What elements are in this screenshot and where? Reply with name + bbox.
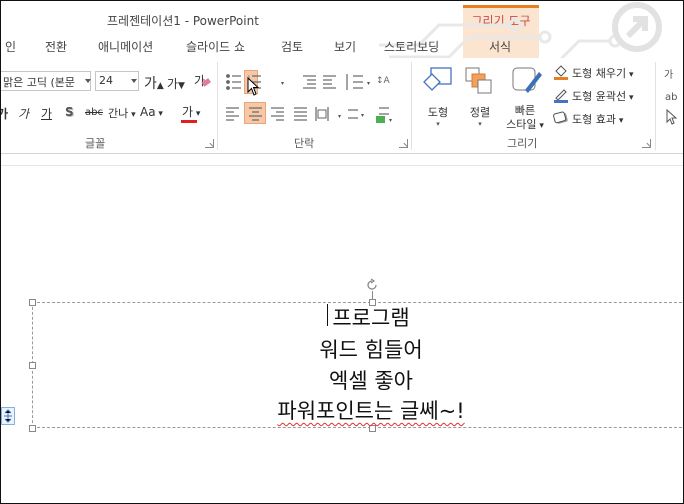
slide-edge bbox=[1, 165, 683, 166]
columns-button[interactable] bbox=[313, 104, 333, 124]
slide-text-line-1[interactable]: 프로그램 bbox=[31, 302, 683, 332]
align-text-button[interactable] bbox=[341, 104, 365, 124]
bullets-button[interactable] bbox=[226, 72, 246, 92]
paint-bucket-icon bbox=[554, 65, 568, 80]
tab-animations[interactable]: 애니메이션 bbox=[98, 38, 153, 55]
align-center-button[interactable] bbox=[244, 104, 266, 124]
font-dialog-launcher-icon[interactable] bbox=[205, 139, 214, 148]
shapes-icon bbox=[423, 67, 452, 91]
shape-effects-button[interactable]: 도형 효과 ▾ bbox=[553, 110, 653, 128]
strikethrough-button[interactable]: abc bbox=[85, 107, 103, 118]
shapes-label: 도형 bbox=[427, 106, 449, 119]
bold-button[interactable]: 가 bbox=[1, 105, 8, 122]
rotate-handle-icon[interactable] bbox=[365, 278, 379, 292]
quick-styles-icon bbox=[512, 67, 542, 93]
increase-indent-button[interactable] bbox=[321, 72, 339, 92]
svg-text:가: 가 bbox=[194, 74, 205, 88]
font-name-dropdown-icon[interactable] bbox=[85, 79, 91, 83]
select-button[interactable] bbox=[663, 108, 683, 128]
arrange-button[interactable]: 정렬 ▾ bbox=[460, 64, 500, 134]
shape-outline-button[interactable]: 도형 윤곽선 ▾ bbox=[553, 87, 653, 105]
font-size-value: 24 bbox=[99, 74, 113, 87]
shrink-font-button[interactable]: 가▼ bbox=[167, 75, 185, 92]
shape-fill-button[interactable]: 도형 채우기 ▾ bbox=[553, 64, 653, 82]
spellcheck-underlined-text[interactable]: 파워포인트는 글쎄~! bbox=[277, 399, 464, 423]
clear-formatting-icon[interactable]: 가 bbox=[193, 72, 211, 93]
font-name-combo[interactable]: 맑은 고딕 (본문 bbox=[1, 71, 91, 91]
tab-slideshow[interactable]: 슬라이드 쇼 bbox=[186, 38, 245, 55]
pen-icon bbox=[554, 89, 568, 103]
shadow-button[interactable]: S bbox=[65, 105, 74, 119]
shape-effects-label: 도형 효과 ▾ bbox=[572, 113, 624, 126]
group-separator bbox=[217, 62, 218, 150]
grow-font-button[interactable]: 가▲ bbox=[144, 73, 164, 93]
smartart-button[interactable] bbox=[373, 104, 397, 124]
align-left-button[interactable] bbox=[223, 104, 243, 124]
change-case-button[interactable]: Aa ▾ bbox=[140, 105, 163, 119]
align-right-button[interactable] bbox=[269, 104, 289, 124]
quick-styles-label-2: 스타일 ▾ bbox=[506, 118, 544, 131]
powerpoint-window: 프레젠테이션1 - PowerPoint 그리기 도구 인 전환 애니메이션 슬… bbox=[0, 0, 684, 504]
italic-button[interactable]: 가 bbox=[18, 105, 29, 122]
tab-view[interactable]: 보기 bbox=[334, 38, 356, 55]
resize-handle-bottom[interactable] bbox=[369, 425, 376, 432]
slide-text-line-3[interactable]: 엑셀 좋아 bbox=[31, 365, 683, 395]
tab-insert[interactable]: 인 bbox=[5, 38, 16, 55]
svg-text:▾: ▾ bbox=[281, 80, 284, 87]
slide-text-line-4[interactable]: 파워포인트는 글쎄~! bbox=[31, 395, 683, 425]
arrange-label: 정렬 bbox=[469, 106, 491, 119]
underline-button[interactable]: 가 bbox=[41, 105, 52, 122]
font-size-dropdown-icon[interactable] bbox=[131, 79, 137, 83]
svg-text:▾: ▾ bbox=[367, 80, 370, 87]
resize-handle-bottom-left[interactable] bbox=[29, 425, 36, 432]
character-spacing-button[interactable]: 간나 ▾ bbox=[108, 105, 136, 121]
paragraph-group-label: 단락 bbox=[294, 137, 315, 150]
tab-transitions[interactable]: 전환 bbox=[45, 38, 67, 55]
font-group-label: 글꼴 bbox=[85, 137, 106, 150]
shapes-button[interactable]: 도형 ▾ bbox=[418, 64, 458, 134]
quick-styles-label-1: 빠른 bbox=[514, 104, 536, 117]
shape-outline-label: 도형 윤곽선 ▾ bbox=[572, 90, 634, 103]
shape-fill-label: 도형 채우기 ▾ bbox=[572, 67, 634, 80]
decrease-indent-button[interactable] bbox=[301, 72, 319, 92]
quick-styles-button[interactable]: 빠른 스타일 ▾ bbox=[501, 64, 549, 134]
ribbon-tabs: 인 전환 애니메이션 슬라이드 쇼 검토 보기 스토리보딩 서식 bbox=[1, 34, 683, 58]
drawing-group-label: 그리기 bbox=[507, 137, 538, 150]
font-color-swatch bbox=[181, 120, 197, 123]
line-spacing-button[interactable] bbox=[341, 72, 365, 92]
mouse-pointer-icon bbox=[247, 77, 260, 96]
find-button[interactable] bbox=[663, 64, 683, 84]
group-separator bbox=[411, 62, 412, 150]
ribbon: 맑은 고딕 (본문 24 가▲ 가▼ 가 가 가 가 S abc 간나 ▾ Aa… bbox=[1, 58, 683, 154]
text-direction-button[interactable] bbox=[374, 72, 396, 92]
tab-format[interactable]: 서식 bbox=[489, 38, 511, 55]
group-separator bbox=[655, 62, 656, 150]
tab-storyboarding[interactable]: 스토리보딩 bbox=[384, 38, 439, 55]
window-title: 프레젠테이션1 - PowerPoint bbox=[107, 14, 259, 28]
replace-button[interactable] bbox=[663, 86, 683, 106]
autofit-options-icon[interactable] bbox=[1, 407, 15, 425]
tab-review[interactable]: 검토 bbox=[281, 38, 303, 55]
paragraph-dialog-launcher-icon[interactable] bbox=[399, 139, 408, 148]
drawing-dialog-launcher-icon[interactable] bbox=[642, 139, 651, 148]
arrange-icon bbox=[465, 67, 492, 94]
shape-effects-icon bbox=[553, 111, 568, 124]
justify-button[interactable] bbox=[291, 104, 311, 124]
font-color-button[interactable]: 가 ▾ bbox=[182, 103, 200, 120]
slide-text-line-2[interactable]: 워드 힘들어 bbox=[31, 334, 683, 364]
font-name-value: 맑은 고딕 (본문 bbox=[3, 76, 76, 89]
